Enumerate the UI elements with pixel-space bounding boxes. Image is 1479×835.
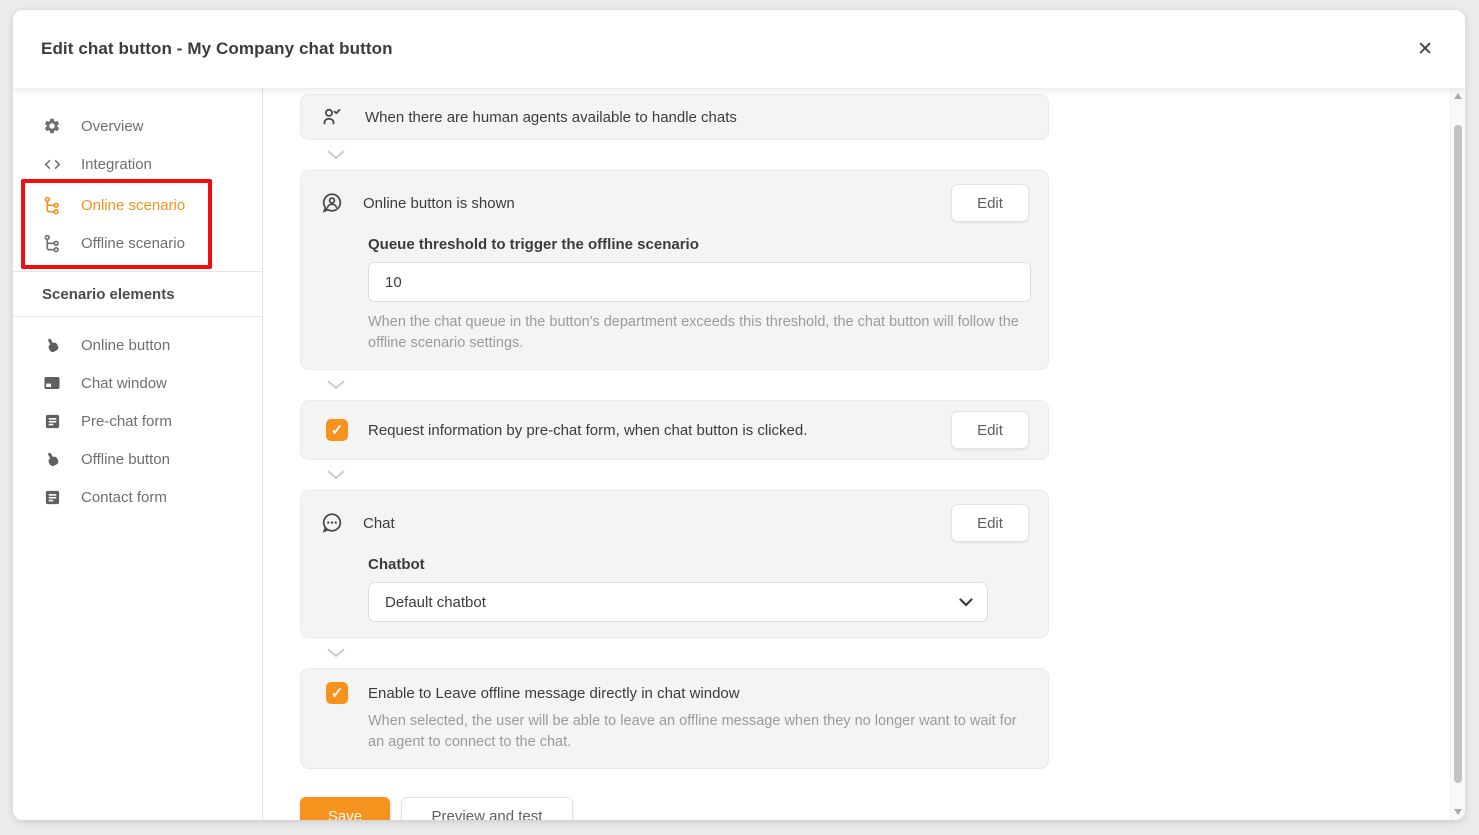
offline-message-text: Enable to Leave offline message directly… [368, 685, 740, 702]
pointer-hand-icon [42, 449, 62, 469]
sidebar-item-label: Contact form [81, 489, 167, 506]
sidebar-item-label: Pre-chat form [81, 413, 172, 430]
online-button-panel: Online button is shown Edit Queue thresh… [300, 170, 1049, 370]
save-button[interactable]: Save [300, 797, 390, 820]
sidebar-item-offline-button[interactable]: Offline button [13, 440, 262, 478]
offline-message-checkbox[interactable]: ✓ [326, 682, 348, 704]
sidebar-item-online-scenario[interactable]: Online scenario [25, 186, 208, 224]
sidebar-item-offline-scenario[interactable]: Offline scenario [25, 224, 208, 262]
main-content: When there are human agents available to… [263, 88, 1465, 820]
chatbot-select[interactable]: Default chatbot [368, 582, 988, 622]
chat-edit-button[interactable]: Edit [951, 504, 1029, 542]
condition-panel: When there are human agents available to… [300, 94, 1049, 140]
close-icon[interactable]: ✕ [1407, 34, 1443, 65]
scenario-elements-heading: Scenario elements [13, 272, 262, 317]
sidebar-item-integration[interactable]: Integration [13, 145, 262, 183]
sidebar-item-label: Online button [81, 337, 170, 354]
edit-chat-button-dialog: Edit chat button - My Company chat butto… [13, 10, 1465, 820]
offline-message-panel: ✓ Enable to Leave offline message direct… [300, 668, 1049, 769]
prechat-form-panel: ✓ Request information by pre-chat form, … [300, 400, 1049, 460]
bubble-person-icon [320, 191, 344, 215]
sidebar-item-online-button[interactable]: Online button [13, 326, 262, 364]
flow-connector [300, 140, 1049, 170]
flow-connector [300, 370, 1049, 400]
bubble-dots-icon [320, 511, 344, 535]
red-highlight-annotation: Online scenario Offline scenario [21, 179, 212, 269]
pointer-hand-icon [42, 335, 62, 355]
sidebar: Overview Integration Online scenario [13, 88, 263, 820]
sidebar-item-label: Overview [81, 118, 144, 135]
sidebar-item-contact-form[interactable]: Contact form [13, 478, 262, 516]
form-icon [42, 487, 62, 507]
queue-threshold-help: When the chat queue in the button's depa… [368, 312, 1023, 354]
sidebar-item-overview[interactable]: Overview [13, 107, 262, 145]
sidebar-item-label: Offline scenario [81, 235, 185, 252]
sidebar-item-label: Chat window [81, 375, 167, 392]
prechat-form-edit-button[interactable]: Edit [951, 411, 1029, 449]
scrollbar-up-arrow-icon[interactable] [1454, 93, 1462, 99]
chevron-down-icon [327, 150, 345, 160]
prechat-form-text: Request information by pre-chat form, wh… [368, 422, 807, 439]
condition-text: When there are human agents available to… [365, 109, 737, 126]
flow-connector [300, 638, 1049, 668]
chevron-down-icon [959, 598, 973, 607]
queue-threshold-label: Queue threshold to trigger the offline s… [368, 236, 1029, 253]
scenario-tree-icon [42, 195, 62, 215]
queue-threshold-input[interactable] [368, 262, 1031, 302]
dialog-header: Edit chat button - My Company chat butto… [13, 10, 1465, 88]
dialog-body: Overview Integration Online scenario [13, 88, 1465, 820]
action-buttons: Save Preview and test [300, 797, 1465, 820]
chevron-down-icon [327, 470, 345, 480]
sidebar-item-label: Online scenario [81, 197, 185, 214]
sidebar-item-pre-chat-form[interactable]: Pre-chat form [13, 402, 262, 440]
scrollbar-thumb[interactable] [1454, 125, 1462, 783]
scrollbar[interactable] [1450, 88, 1465, 820]
sidebar-item-label: Offline button [81, 451, 170, 468]
online-button-panel-title: Online button is shown [363, 195, 515, 212]
scenario-elements-list: Online button Chat window Pre-chat form [13, 326, 262, 516]
preview-and-test-button[interactable]: Preview and test [401, 797, 573, 820]
sidebar-item-chat-window[interactable]: Chat window [13, 364, 262, 402]
prechat-form-checkbox[interactable]: ✓ [326, 419, 348, 441]
code-icon [42, 154, 62, 174]
chatbot-label: Chatbot [368, 556, 1029, 573]
dialog-title: Edit chat button - My Company chat butto… [41, 39, 393, 59]
chevron-down-icon [327, 380, 345, 390]
window-icon [42, 373, 62, 393]
chat-panel-title: Chat [363, 515, 395, 532]
sidebar-item-label: Integration [81, 156, 152, 173]
scenario-tree-icon [42, 233, 62, 253]
chatbot-select-value: Default chatbot [385, 594, 959, 611]
scrollbar-down-arrow-icon[interactable] [1454, 809, 1462, 815]
offline-message-help: When selected, the user will be able to … [368, 711, 1023, 753]
person-check-icon [320, 105, 344, 129]
form-icon [42, 411, 62, 431]
chevron-down-icon [327, 648, 345, 658]
gear-icon [42, 116, 62, 136]
chat-panel: Chat Edit Chatbot Default chatbot [300, 490, 1049, 638]
flow-connector [300, 460, 1049, 490]
online-button-edit-button[interactable]: Edit [951, 184, 1029, 222]
